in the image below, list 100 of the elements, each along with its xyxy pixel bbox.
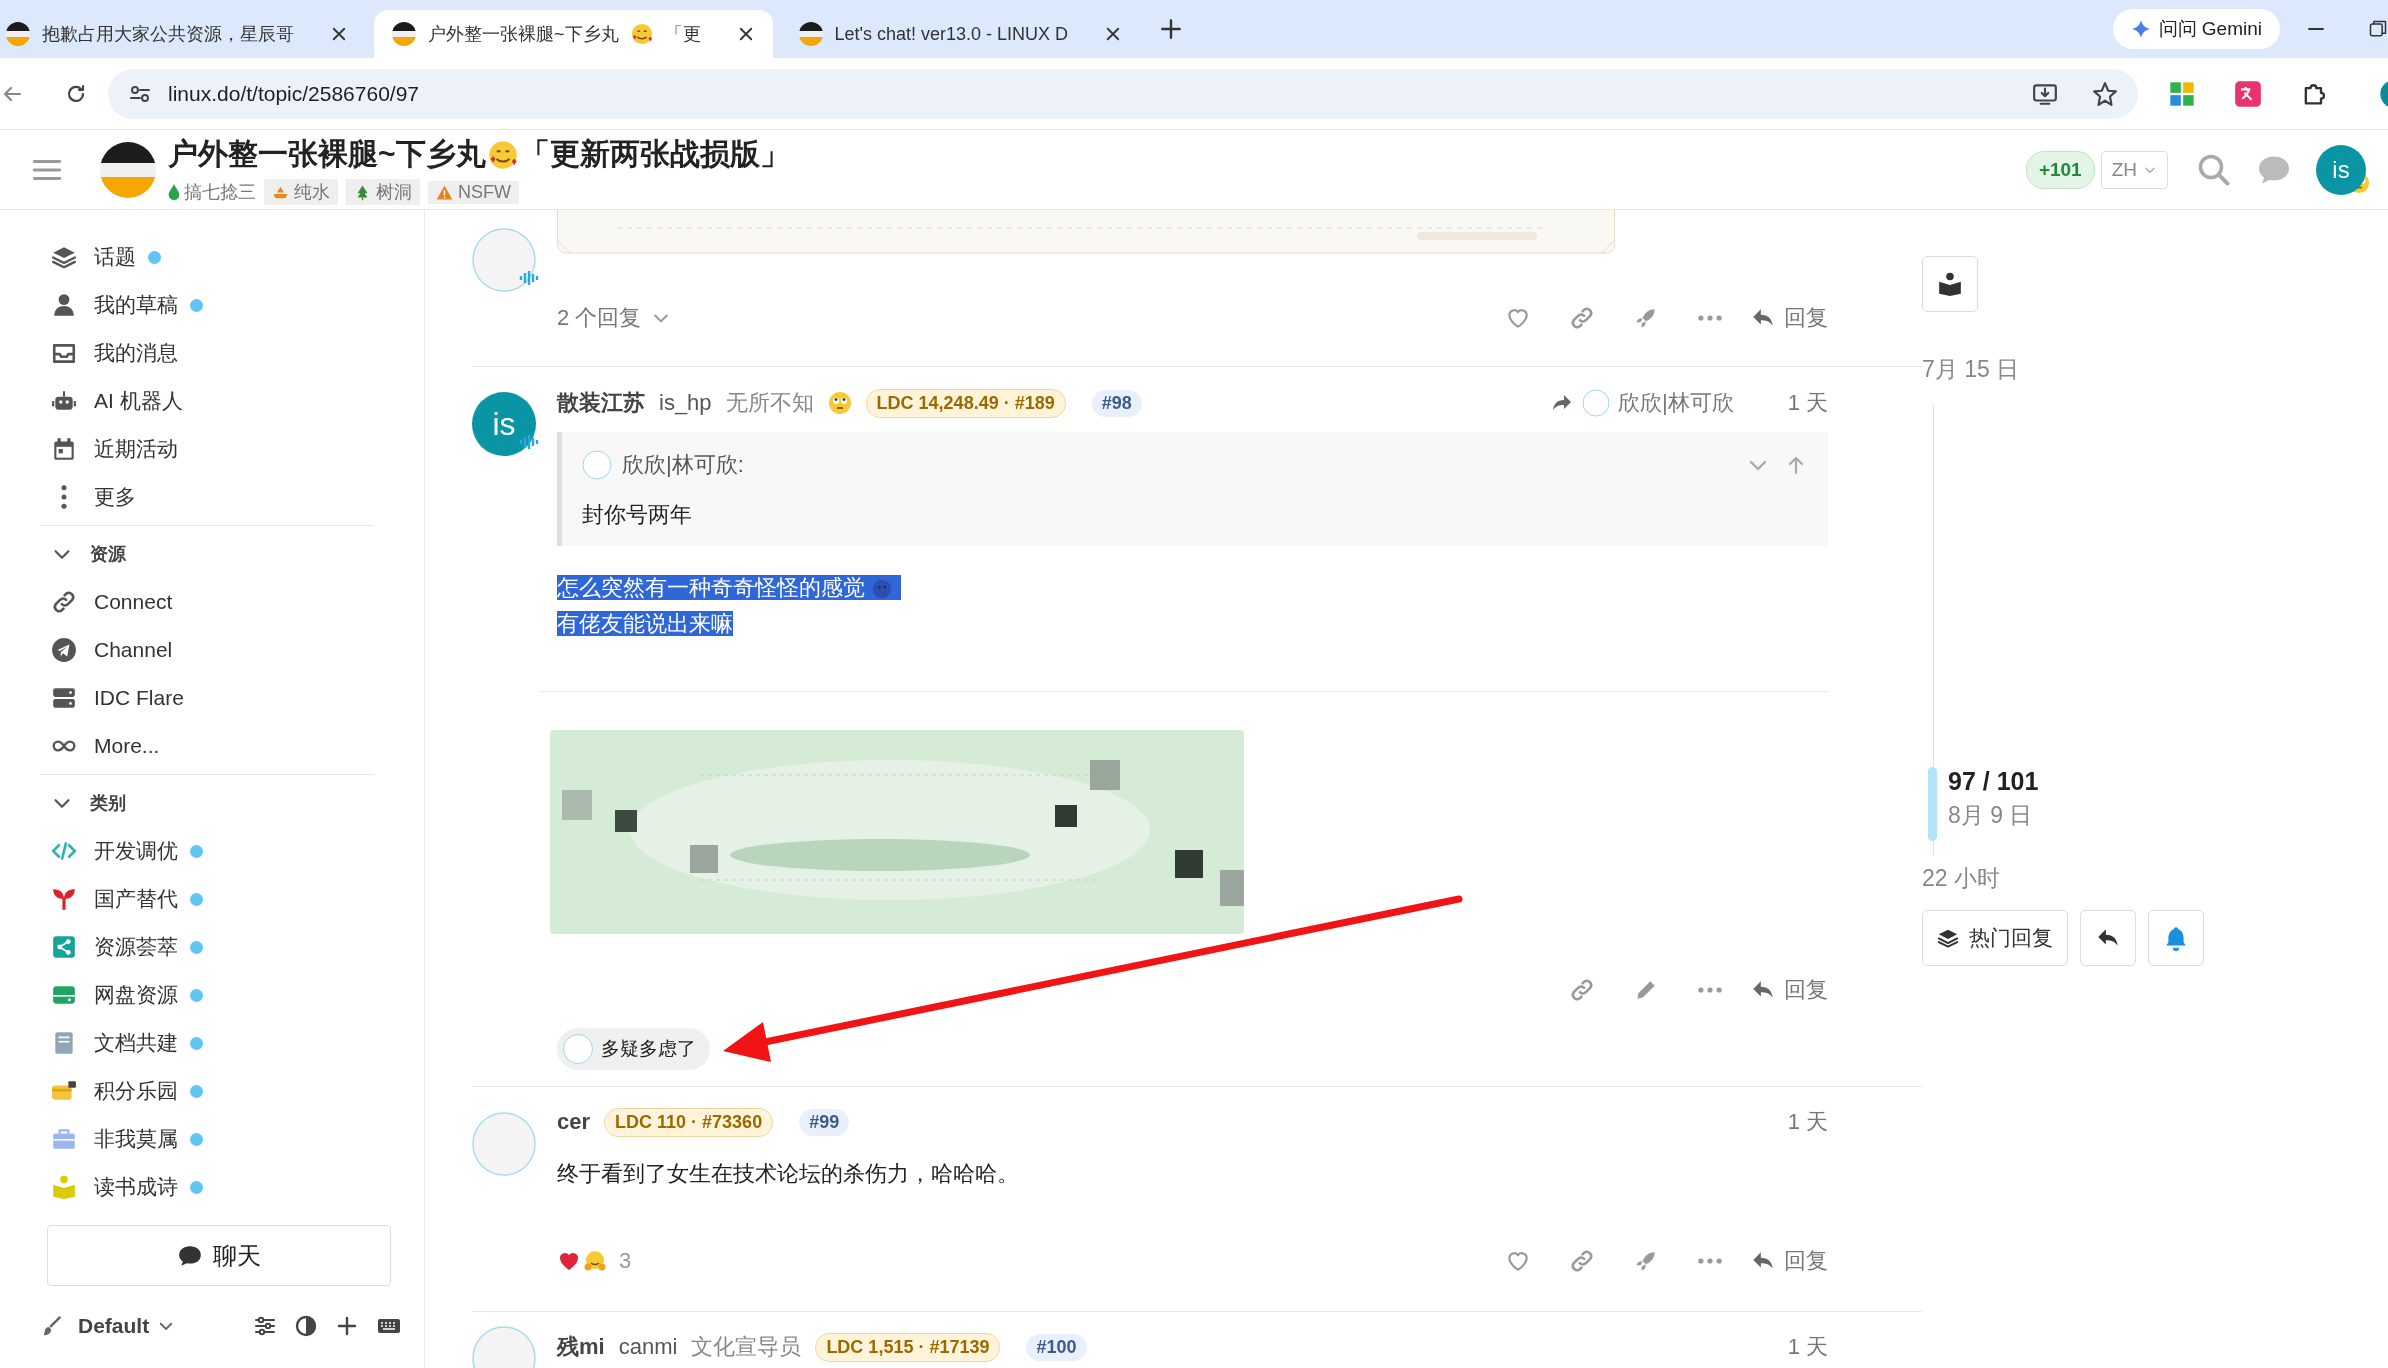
start-date[interactable]: 7月 15 日 (1922, 354, 2388, 385)
drop-icon (168, 184, 180, 200)
tag[interactable]: 树洞 (346, 179, 420, 205)
section-toggle[interactable]: 资源 (0, 530, 126, 578)
briefcase-icon (51, 1126, 77, 1152)
ldc-badge: LDC 110 · #73360 (604, 1107, 774, 1137)
address-field[interactable]: linux.do/t/topic/2586760/97 (108, 68, 2138, 119)
server-icon (51, 685, 77, 711)
post-text: 有佬友能说出来嘛 (557, 611, 733, 636)
browser-tab[interactable]: 抱歉占用大家公共资源，星辰哥 (0, 10, 366, 58)
username[interactable]: is_hp (659, 390, 712, 416)
sidebar-link[interactable]: 网盘资源 (0, 971, 424, 1019)
reply-chip[interactable]: 多疑多虑了 (557, 1028, 710, 1070)
close-icon[interactable] (330, 25, 348, 43)
post-number[interactable]: #98 (1091, 389, 1142, 417)
warning-icon (436, 183, 453, 201)
username[interactable]: canmi (618, 1334, 678, 1360)
more-icon[interactable] (1698, 987, 1722, 993)
hot-replies-button[interactable]: 热门回复 (1922, 910, 2068, 966)
section-toggle[interactable]: 类别 (0, 779, 126, 827)
user-name[interactable]: 残mi (557, 1332, 605, 1362)
topic-title: 「更新两张战损版」 (519, 136, 790, 172)
theme-dropdown[interactable]: Default (78, 1314, 176, 1338)
post-number[interactable]: #100 (1026, 1333, 1087, 1361)
reply-button[interactable]: 回复 (1750, 294, 1828, 342)
reader-icon (1937, 271, 1963, 297)
user-name[interactable]: cer (557, 1109, 591, 1135)
sliders-icon[interactable] (253, 1314, 277, 1338)
browser-tab[interactable]: 户外整一张裸腿~下乡丸 「更 (374, 10, 773, 58)
paper-plane-icon (51, 637, 77, 663)
timeline-handle[interactable] (1928, 767, 1937, 841)
topic-title: 户外整一张裸腿~下乡丸 (168, 136, 486, 172)
post-time: 1 天 (1787, 389, 1828, 417)
sidebar-link[interactable]: 积分乐园 (0, 1067, 424, 1115)
link-icon[interactable] (1569, 305, 1595, 331)
chat-button[interactable]: 聊天 (47, 1225, 391, 1286)
layers-icon (51, 244, 77, 270)
site-logo[interactable] (100, 141, 156, 198)
star-icon[interactable] (2092, 80, 2118, 107)
sidebar-link[interactable]: IDC Flare (0, 674, 424, 722)
link-icon (51, 589, 77, 615)
small-avatar (582, 450, 612, 480)
sidebar-link[interactable]: 读书成诗 (0, 1163, 424, 1211)
more-icon[interactable] (1698, 315, 1722, 321)
sidebar-link[interactable]: 近期活动 (0, 425, 424, 473)
thinking-face-icon (871, 578, 893, 601)
post-time: 1 天 (1787, 1108, 1828, 1136)
sidebar-link[interactable]: 开发调优 (0, 827, 424, 875)
post-time: 1 天 (1787, 1333, 1828, 1361)
user-avatar[interactable]: is (2316, 144, 2366, 195)
ldc-badge: LDC 14,248.49 · #189 (865, 388, 1066, 418)
link-icon[interactable] (1569, 1248, 1595, 1274)
position-date: 8月 9 日 (1948, 801, 2034, 830)
sound-wave-icon (518, 434, 540, 450)
sidebar-link[interactable]: 国产替代 (0, 875, 424, 923)
share-icon (51, 934, 77, 960)
user-avatar[interactable]: is (472, 392, 536, 456)
sidebar-link[interactable]: 我的消息 (0, 329, 424, 377)
sidebar-link[interactable]: 我的草稿 (0, 281, 424, 329)
sidebar-link[interactable]: 文档共建 (0, 1019, 424, 1067)
grid-extension-icon[interactable] (2168, 79, 2196, 108)
restore-icon[interactable] (2368, 19, 2388, 39)
browser-tab[interactable]: Let's chat! ver13.0 - LINUX D (780, 10, 1141, 58)
post-number[interactable]: #99 (799, 1108, 850, 1136)
sidebar-link[interactable]: Channel (0, 626, 424, 674)
sidebar-link[interactable]: Connect (0, 578, 424, 626)
sidebar-link[interactable]: More... (0, 722, 424, 770)
more-icon (61, 485, 67, 509)
post-text: 终于看到了女生在技术论坛的杀伤力，哈哈哈。 (557, 1161, 1019, 1186)
sidebar-link[interactable]: 更多 (0, 473, 424, 521)
points-badge[interactable]: +101 (2025, 150, 2095, 189)
post-text: 怎么突然有一种奇奇怪怪的感觉 (557, 575, 901, 600)
end-date[interactable]: 22 小时 (1922, 863, 2388, 894)
bell-icon[interactable] (2163, 925, 2189, 951)
plus-icon[interactable] (335, 1314, 359, 1338)
user-name[interactable]: 散装江苏 (557, 388, 645, 418)
sidebar-link[interactable]: 话题 (0, 233, 424, 281)
category-link[interactable]: 搞七捻三 (168, 180, 256, 204)
sound-wave-icon (518, 270, 540, 286)
calendar-icon (51, 436, 77, 462)
tag[interactable]: 纯水 (264, 179, 338, 205)
more-icon[interactable] (1698, 1258, 1722, 1264)
sidebar-link[interactable]: 非我莫属 (0, 1115, 424, 1163)
status-emoji-icon (827, 391, 852, 415)
link-icon[interactable] (1569, 977, 1595, 1003)
replies-toggle[interactable]: 2 个回复 (557, 294, 672, 342)
sidebar-link[interactable]: 资源荟萃 (0, 923, 424, 971)
language-dropdown[interactable]: ZH (2100, 150, 2168, 189)
reply-button[interactable]: 回复 (1750, 966, 1828, 1014)
reply-to-link[interactable]: 欣欣|林可欣 (1549, 388, 1734, 418)
sidebar-link[interactable]: AI 机器人 (0, 377, 424, 425)
reply-button[interactable]: 回复 (1750, 1237, 1828, 1285)
tag[interactable]: NSFW (428, 180, 519, 204)
sparkle-icon (2130, 19, 2151, 39)
person-icon (51, 292, 77, 318)
reader-mode-button[interactable] (1922, 256, 1978, 312)
translate-extension-icon[interactable] (2234, 79, 2262, 108)
user-title: 无所不知 (725, 389, 814, 417)
contrast-icon[interactable] (294, 1314, 318, 1338)
gemini-button[interactable]: 问问 Gemini (2112, 9, 2280, 49)
